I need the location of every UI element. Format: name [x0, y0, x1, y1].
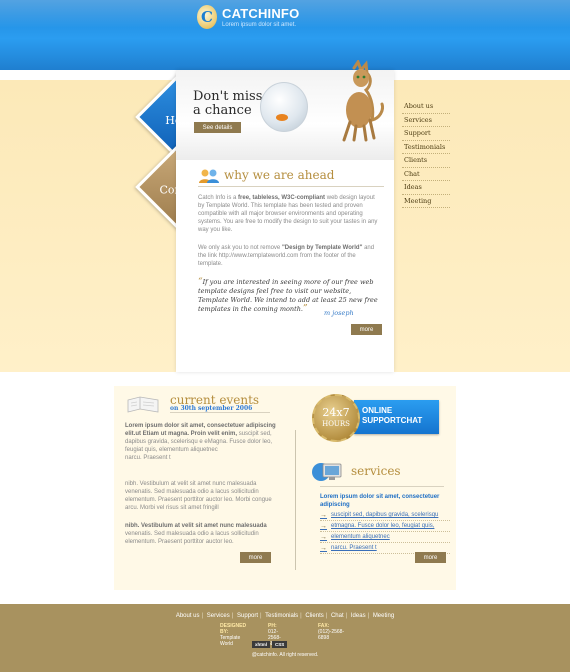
- events-date: on 30th september 2006: [170, 405, 253, 412]
- footer-separator: |: [231, 613, 234, 619]
- events-divider: [170, 412, 270, 413]
- hero-title-line1: Don't miss: [193, 89, 263, 104]
- copyright: @catchinfo. All right reserved.: [251, 652, 319, 658]
- why-paragraph-1: Catch Info is a free, tableless, W3C-com…: [198, 195, 378, 233]
- menu-item-support[interactable]: Support: [402, 127, 450, 141]
- footer-separator: |: [300, 613, 302, 619]
- close-quote-icon: ”: [302, 304, 308, 314]
- hero-banner: Don't miss a chance See details: [176, 60, 394, 160]
- users-icon: [199, 169, 219, 183]
- online-support-banner[interactable]: ONLINE SUPPORTCHAT: [354, 400, 439, 434]
- monitor-icon: [312, 463, 342, 481]
- menu-item-testimonials[interactable]: Testimonials: [402, 141, 450, 154]
- see-details-button[interactable]: See details: [194, 122, 241, 133]
- footer-link-testimonials[interactable]: Testimonials: [265, 613, 298, 619]
- services-item[interactable]: → suscipit sed, dapibus gravida, sceleris…: [320, 510, 450, 521]
- footer-separator: |: [260, 613, 262, 619]
- services-title: services: [351, 464, 401, 478]
- hero-title-line2: a chance: [193, 103, 252, 118]
- footer-link-chat[interactable]: Chat: [331, 613, 344, 619]
- seal-bottom-text: HOURS: [322, 420, 350, 428]
- fishbowl-icon: [260, 82, 308, 132]
- designer-credit: DESIGNED BY: Template World: [220, 623, 247, 647]
- why-title: why we are ahead: [224, 168, 335, 182]
- events-more-button[interactable]: more: [240, 552, 271, 563]
- cat-icon: [342, 60, 384, 142]
- services-lead: Lorem ipsum dolor sit amet, consectetuer…: [320, 494, 440, 508]
- arrow-right-icon: →: [320, 511, 327, 519]
- testimonial-author: m joseph: [324, 309, 354, 317]
- hours-seal-icon: 24x7 HOURS: [312, 394, 360, 442]
- validation-badges: xhtml CSS: [252, 641, 288, 648]
- footer-separator: |: [367, 613, 370, 619]
- arrow-right-icon: →: [320, 533, 327, 541]
- why-section: why we are ahead Catch Info is a free, t…: [186, 160, 384, 372]
- menu-item-chat[interactable]: Chat: [402, 168, 450, 181]
- right-menu: About us Services Support Testimonials C…: [402, 100, 450, 208]
- lower-divider: [295, 430, 296, 570]
- why-paragraph-2: We only ask you to not remove "Design by…: [198, 245, 375, 267]
- fax-credit: FAX: (012)-2568-6898: [318, 623, 345, 641]
- why-more-button[interactable]: more: [351, 324, 382, 335]
- support-line-2: SUPPORTCHAT: [362, 416, 423, 425]
- footer-nav: About us | Services | Support | Testimonial…: [0, 613, 570, 619]
- logo-icon: C: [197, 5, 217, 29]
- seal-top-text: 24x7: [322, 406, 350, 419]
- menu-item-services[interactable]: Services: [402, 114, 450, 127]
- footer: About us | Services | Support | Testimonial…: [0, 604, 570, 672]
- goldfish-icon: [276, 114, 288, 121]
- why-divider: [198, 186, 384, 187]
- footer-link-ideas[interactable]: Ideas: [351, 613, 366, 619]
- footer-link-clients[interactable]: Clients: [305, 613, 323, 619]
- xhtml-badge[interactable]: xhtml: [252, 641, 271, 648]
- services-divider: [320, 486, 444, 487]
- footer-separator: |: [345, 613, 348, 619]
- footer-link-support[interactable]: Support: [237, 613, 258, 619]
- services-item[interactable]: → etmagna. Fusce dolor leo, feugiat quis,: [320, 521, 450, 532]
- menu-item-clients[interactable]: Clients: [402, 154, 450, 168]
- arrow-right-icon: →: [320, 544, 327, 552]
- testimonial-quote: “If you are interested in seeing more of…: [198, 277, 378, 314]
- menu-item-ideas[interactable]: Ideas: [402, 181, 450, 195]
- services-more-button[interactable]: more: [415, 552, 446, 563]
- lower-panel: current events on 30th september 2006 Lo…: [114, 386, 456, 590]
- footer-link-about-us[interactable]: About us: [176, 613, 200, 619]
- footer-separator: |: [201, 613, 204, 619]
- footer-link-services[interactable]: Services: [207, 613, 230, 619]
- event-item-1: Lorem ipsum dolor sit amet, consectetuer…: [125, 423, 276, 461]
- logo-text: CATCHINFO Lorem ipsum dolor sit amet.: [222, 6, 299, 28]
- brand-name: CATCHINFO: [222, 6, 300, 21]
- event-item-3: nibh. Vestibulum at velit sit amet nunc …: [125, 523, 267, 545]
- services-item[interactable]: → elementum aliquetnec: [320, 532, 450, 543]
- event-item-2: nibh. Vestibulum at velit sit amet nunc …: [125, 481, 272, 511]
- menu-item-meeting[interactable]: Meeting: [402, 195, 450, 208]
- brand-tagline: Lorem ipsum dolor sit amet.: [222, 22, 297, 28]
- services-list: → suscipit sed, dapibus gravida, sceleris…: [320, 510, 450, 554]
- support-line-1: ONLINE: [362, 406, 393, 415]
- main-column: Don't miss a chance See details why we a…: [176, 60, 394, 372]
- footer-link-meeting[interactable]: Meeting: [373, 613, 394, 619]
- logo[interactable]: C CATCHINFO Lorem ipsum dolor sit amet.: [197, 5, 299, 29]
- hero-title: Don't miss a chance: [193, 90, 262, 118]
- arrow-right-icon: →: [320, 522, 327, 530]
- menu-item-about-us[interactable]: About us: [402, 100, 450, 114]
- footer-separator: |: [325, 613, 328, 619]
- newspaper-icon: [127, 396, 159, 413]
- header: C CATCHINFO Lorem ipsum dolor sit amet.: [0, 0, 570, 70]
- css-badge[interactable]: CSS: [272, 641, 288, 648]
